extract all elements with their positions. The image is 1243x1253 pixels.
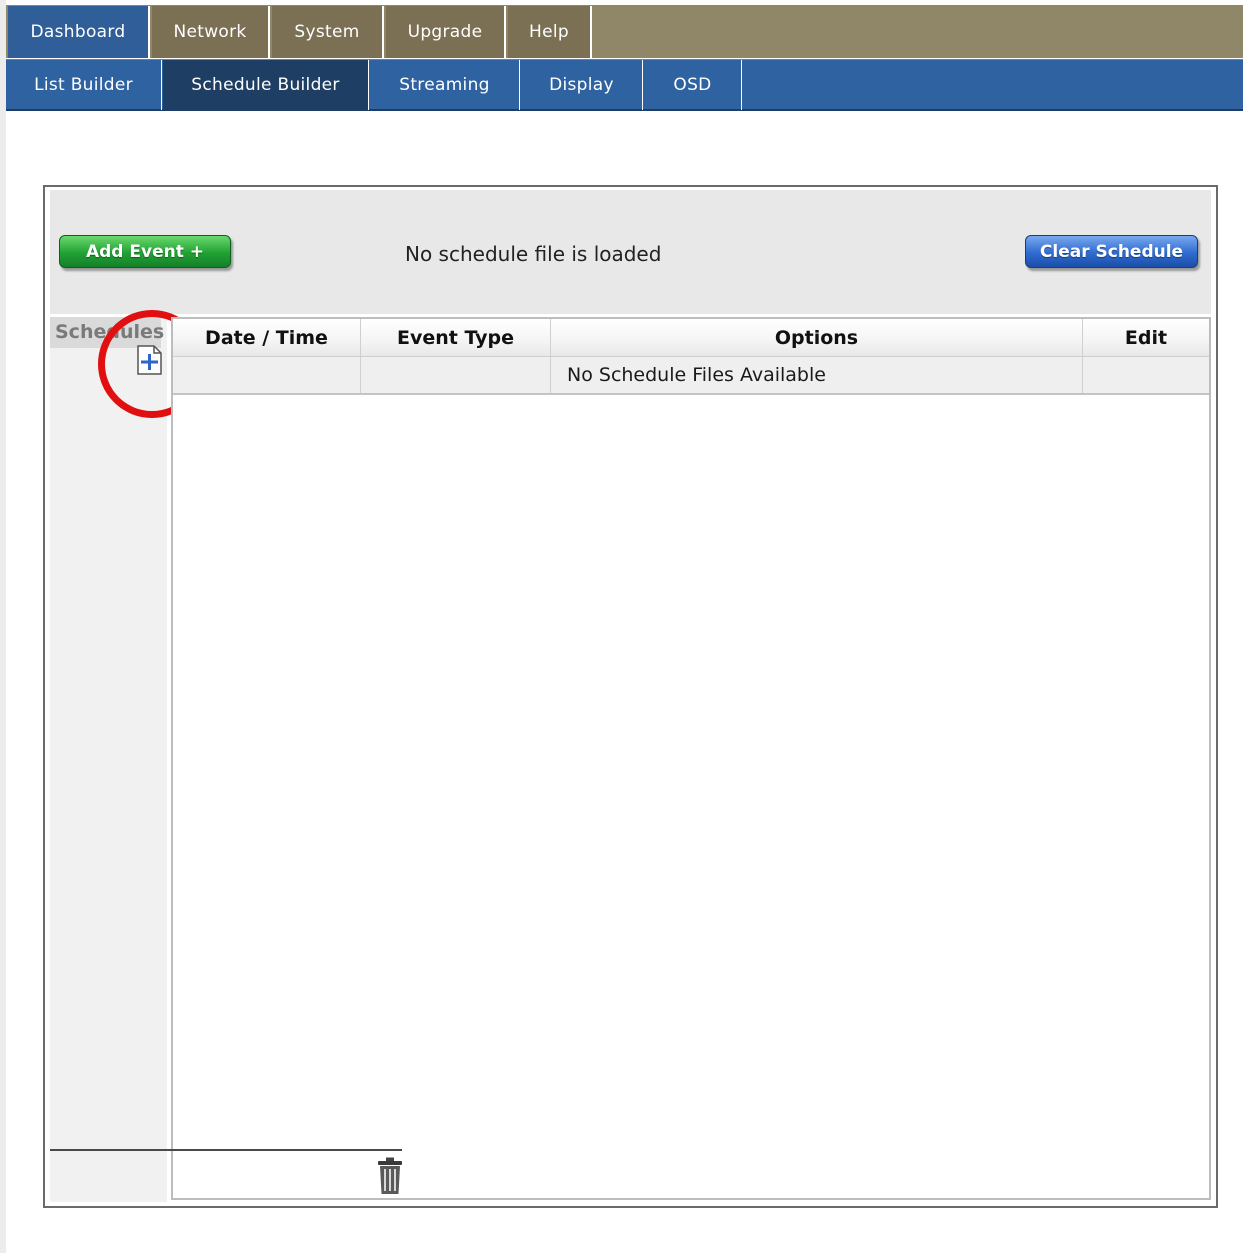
add-event-button[interactable]: Add Event + [59,235,231,268]
tab-upgrade[interactable]: Upgrade [386,6,506,58]
sidebar-divider [50,1149,402,1151]
cell-options: No Schedule Files Available [551,357,1083,393]
column-header-event-type[interactable]: Event Type [361,319,551,357]
tab-osd[interactable]: OSD [644,60,742,110]
left-strip [0,0,6,1253]
cell-event-type [361,357,551,393]
schedule-panel: Add Event + No schedule file is loaded C… [43,185,1218,1208]
tab-dashboard[interactable]: Dashboard [8,6,150,58]
table-row: No Schedule Files Available [173,357,1209,395]
tab-streaming[interactable]: Streaming [370,60,520,110]
sub-nav: List Builder Schedule Builder Streaming … [6,59,1243,111]
tab-help[interactable]: Help [508,6,592,58]
clear-schedule-button[interactable]: Clear Schedule [1025,235,1198,268]
schedule-status-text: No schedule file is loaded [405,242,662,266]
column-header-options[interactable]: Options [551,319,1083,357]
schedules-sidebar: Schedules [50,310,206,1202]
page: Dashboard Network System Upgrade Help Li… [0,0,1243,1253]
tab-network[interactable]: Network [152,6,270,58]
trash-icon[interactable] [377,1157,403,1195]
toolbar: Add Event + No schedule file is loaded C… [50,190,1211,314]
tab-system[interactable]: System [272,6,384,58]
column-header-edit[interactable]: Edit [1083,319,1209,357]
cell-date-time [173,357,361,393]
tab-list-builder[interactable]: List Builder [6,60,162,110]
schedule-table: Date / Time Event Type Options Edit No S… [171,317,1211,1200]
tab-display[interactable]: Display [521,60,643,110]
cell-edit [1083,357,1209,393]
column-header-date-time[interactable]: Date / Time [173,319,361,357]
tab-schedule-builder[interactable]: Schedule Builder [163,60,369,110]
table-header: Date / Time Event Type Options Edit [173,319,1209,357]
top-nav: Dashboard Network System Upgrade Help [6,5,1243,58]
